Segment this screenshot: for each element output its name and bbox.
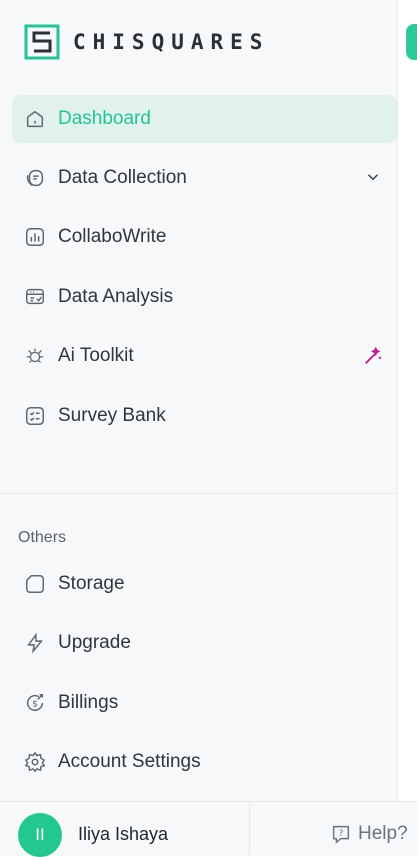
chart-icon bbox=[24, 226, 46, 248]
footer-divider bbox=[249, 801, 250, 855]
data-collection-icon bbox=[24, 167, 46, 189]
logo-mark-icon bbox=[24, 24, 60, 60]
checklist-icon bbox=[24, 405, 46, 427]
ai-bug-icon bbox=[24, 345, 46, 367]
sidebar-item-label: Upgrade bbox=[58, 632, 131, 653]
logo-text: CHISQUARES bbox=[73, 30, 270, 54]
folder-icon bbox=[24, 573, 46, 595]
logo[interactable]: CHISQUARES bbox=[24, 24, 269, 60]
sidebar-item-collabowrite[interactable]: CollaboWrite bbox=[12, 213, 397, 261]
sidebar: CHISQUARES Dashboard Data Collection Col… bbox=[0, 0, 398, 855]
svg-text:?: ? bbox=[339, 828, 344, 839]
sidebar-item-label: Ai Toolkit bbox=[58, 345, 134, 366]
sidebar-item-account-settings[interactable]: Account Settings bbox=[12, 738, 397, 786]
sidebar-item-label: Data Analysis bbox=[58, 286, 174, 307]
user-name[interactable]: Iliya Ishaya bbox=[78, 824, 168, 845]
avatar[interactable]: II bbox=[18, 813, 62, 857]
sidebar-item-label: Account Settings bbox=[58, 751, 201, 772]
sidebar-item-survey-bank[interactable]: Survey Bank bbox=[12, 392, 397, 440]
sidebar-item-label: Dashboard bbox=[58, 108, 151, 129]
header-action-button-edge[interactable] bbox=[406, 24, 417, 60]
sidebar-item-label: Survey Bank bbox=[58, 405, 166, 426]
sidebar-item-label: Billings bbox=[58, 692, 119, 713]
bolt-icon bbox=[24, 632, 46, 654]
divider bbox=[0, 493, 397, 494]
help-button[interactable]: ? Help? bbox=[330, 823, 408, 845]
sidebar-item-data-collection[interactable]: Data Collection bbox=[12, 154, 397, 202]
help-label: Help? bbox=[358, 823, 408, 844]
sidebar-item-dashboard[interactable]: Dashboard bbox=[12, 95, 397, 143]
magic-wand-icon bbox=[365, 346, 382, 364]
gear-icon bbox=[24, 751, 46, 773]
sidebar-item-label: Storage bbox=[58, 573, 125, 594]
sidebar-item-label: CollaboWrite bbox=[58, 226, 167, 247]
sidebar-item-label: Data Collection bbox=[58, 167, 187, 188]
chevron-down-icon[interactable] bbox=[364, 168, 382, 186]
sidebar-item-upgrade[interactable]: Upgrade bbox=[12, 619, 397, 667]
sidebar-item-data-analysis[interactable]: Data Analysis bbox=[12, 273, 397, 321]
section-heading-others: Others bbox=[18, 529, 67, 546]
data-analysis-icon bbox=[24, 286, 46, 308]
sidebar-item-billings[interactable]: $ Billings bbox=[12, 679, 397, 727]
dollar-refresh-icon: $ bbox=[24, 692, 46, 714]
svg-text:$: $ bbox=[32, 699, 38, 710]
help-icon: ? bbox=[332, 825, 350, 844]
home-icon bbox=[24, 108, 46, 130]
sidebar-item-storage[interactable]: Storage bbox=[12, 560, 397, 608]
sidebar-item-ai-toolkit[interactable]: Ai Toolkit bbox=[12, 332, 397, 380]
main-content-edge bbox=[398, 0, 417, 855]
